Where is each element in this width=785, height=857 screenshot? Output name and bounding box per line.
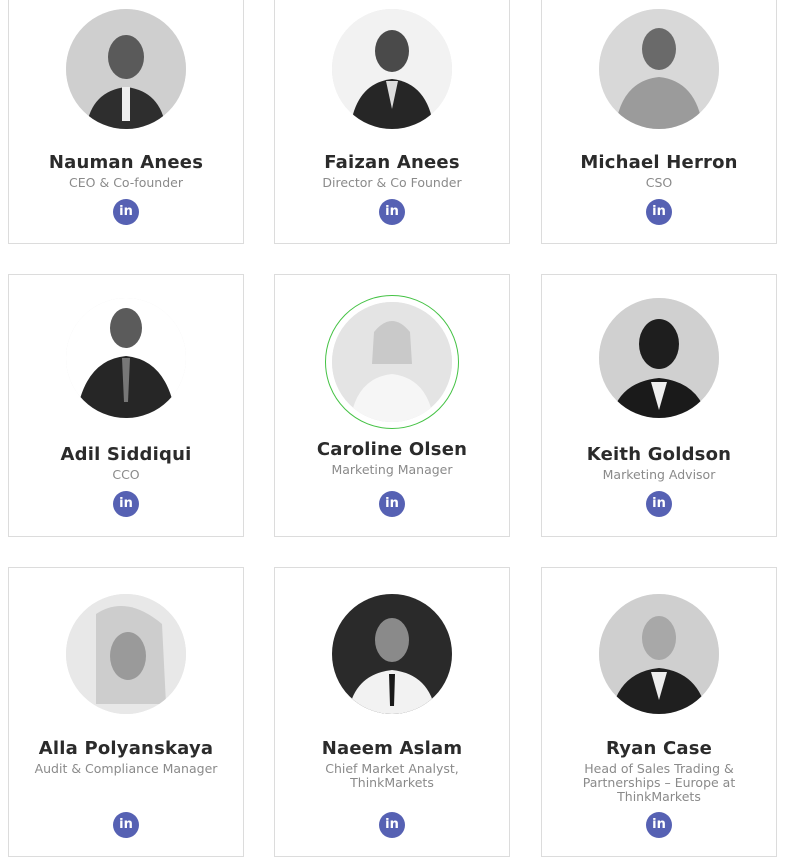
linkedin-icon[interactable]: in: [646, 812, 672, 838]
member-name: Keith Goldson: [586, 444, 732, 465]
team-card: Ryan Case Head of Sales Trading & Partne…: [541, 567, 777, 857]
member-name: Ryan Case: [605, 738, 713, 759]
avatar: [66, 594, 186, 714]
team-card: Adil Siddiqui CCO in: [8, 274, 244, 537]
member-name: Adil Siddiqui: [60, 444, 192, 465]
member-name: Faizan Anees: [324, 152, 460, 173]
linkedin-icon[interactable]: in: [379, 812, 405, 838]
linkedin-icon[interactable]: in: [113, 199, 139, 225]
linkedin-icon[interactable]: in: [113, 491, 139, 517]
team-card: Faizan Anees Director & Co Founder in: [274, 0, 510, 244]
member-name: Michael Herron: [580, 152, 738, 173]
member-role: Chief Market Analyst, ThinkMarkets: [325, 761, 459, 790]
team-card: Alla Polyanskaya Audit & Compliance Mana…: [8, 567, 244, 857]
linkedin-icon[interactable]: in: [646, 199, 672, 225]
member-role: Head of Sales Trading & Partnerships – E…: [582, 761, 736, 804]
member-role: Director & Co Founder: [322, 175, 462, 190]
avatar: [66, 298, 186, 418]
team-card: Michael Herron CSO in: [541, 0, 777, 244]
member-role: CSO: [645, 175, 673, 190]
avatar: [66, 9, 186, 129]
team-card: Nauman Anees CEO & Co-founder in: [8, 0, 244, 244]
member-name: Nauman Anees: [48, 152, 204, 173]
avatar: [599, 9, 719, 129]
linkedin-icon[interactable]: in: [379, 199, 405, 225]
member-role: Marketing Manager: [331, 462, 453, 477]
member-role: Marketing Advisor: [602, 467, 716, 482]
avatar: [332, 594, 452, 714]
linkedin-icon[interactable]: in: [113, 812, 139, 838]
avatar: [599, 298, 719, 418]
avatar: [332, 302, 452, 422]
team-card: Caroline Olsen Marketing Manager in: [274, 274, 510, 537]
linkedin-icon[interactable]: in: [646, 491, 672, 517]
team-card: Naeem Aslam Chief Market Analyst, ThinkM…: [274, 567, 510, 857]
member-name: Alla Polyanskaya: [38, 738, 214, 759]
member-role: CEO & Co-founder: [69, 175, 183, 190]
member-name: Naeem Aslam: [321, 738, 463, 759]
avatar: [599, 594, 719, 714]
team-card: Keith Goldson Marketing Advisor in: [541, 274, 777, 537]
avatar: [332, 9, 452, 129]
member-role: Audit & Compliance Manager: [34, 761, 218, 776]
member-name: Caroline Olsen: [316, 439, 468, 460]
linkedin-icon[interactable]: in: [379, 491, 405, 517]
member-role: CCO: [112, 467, 140, 482]
